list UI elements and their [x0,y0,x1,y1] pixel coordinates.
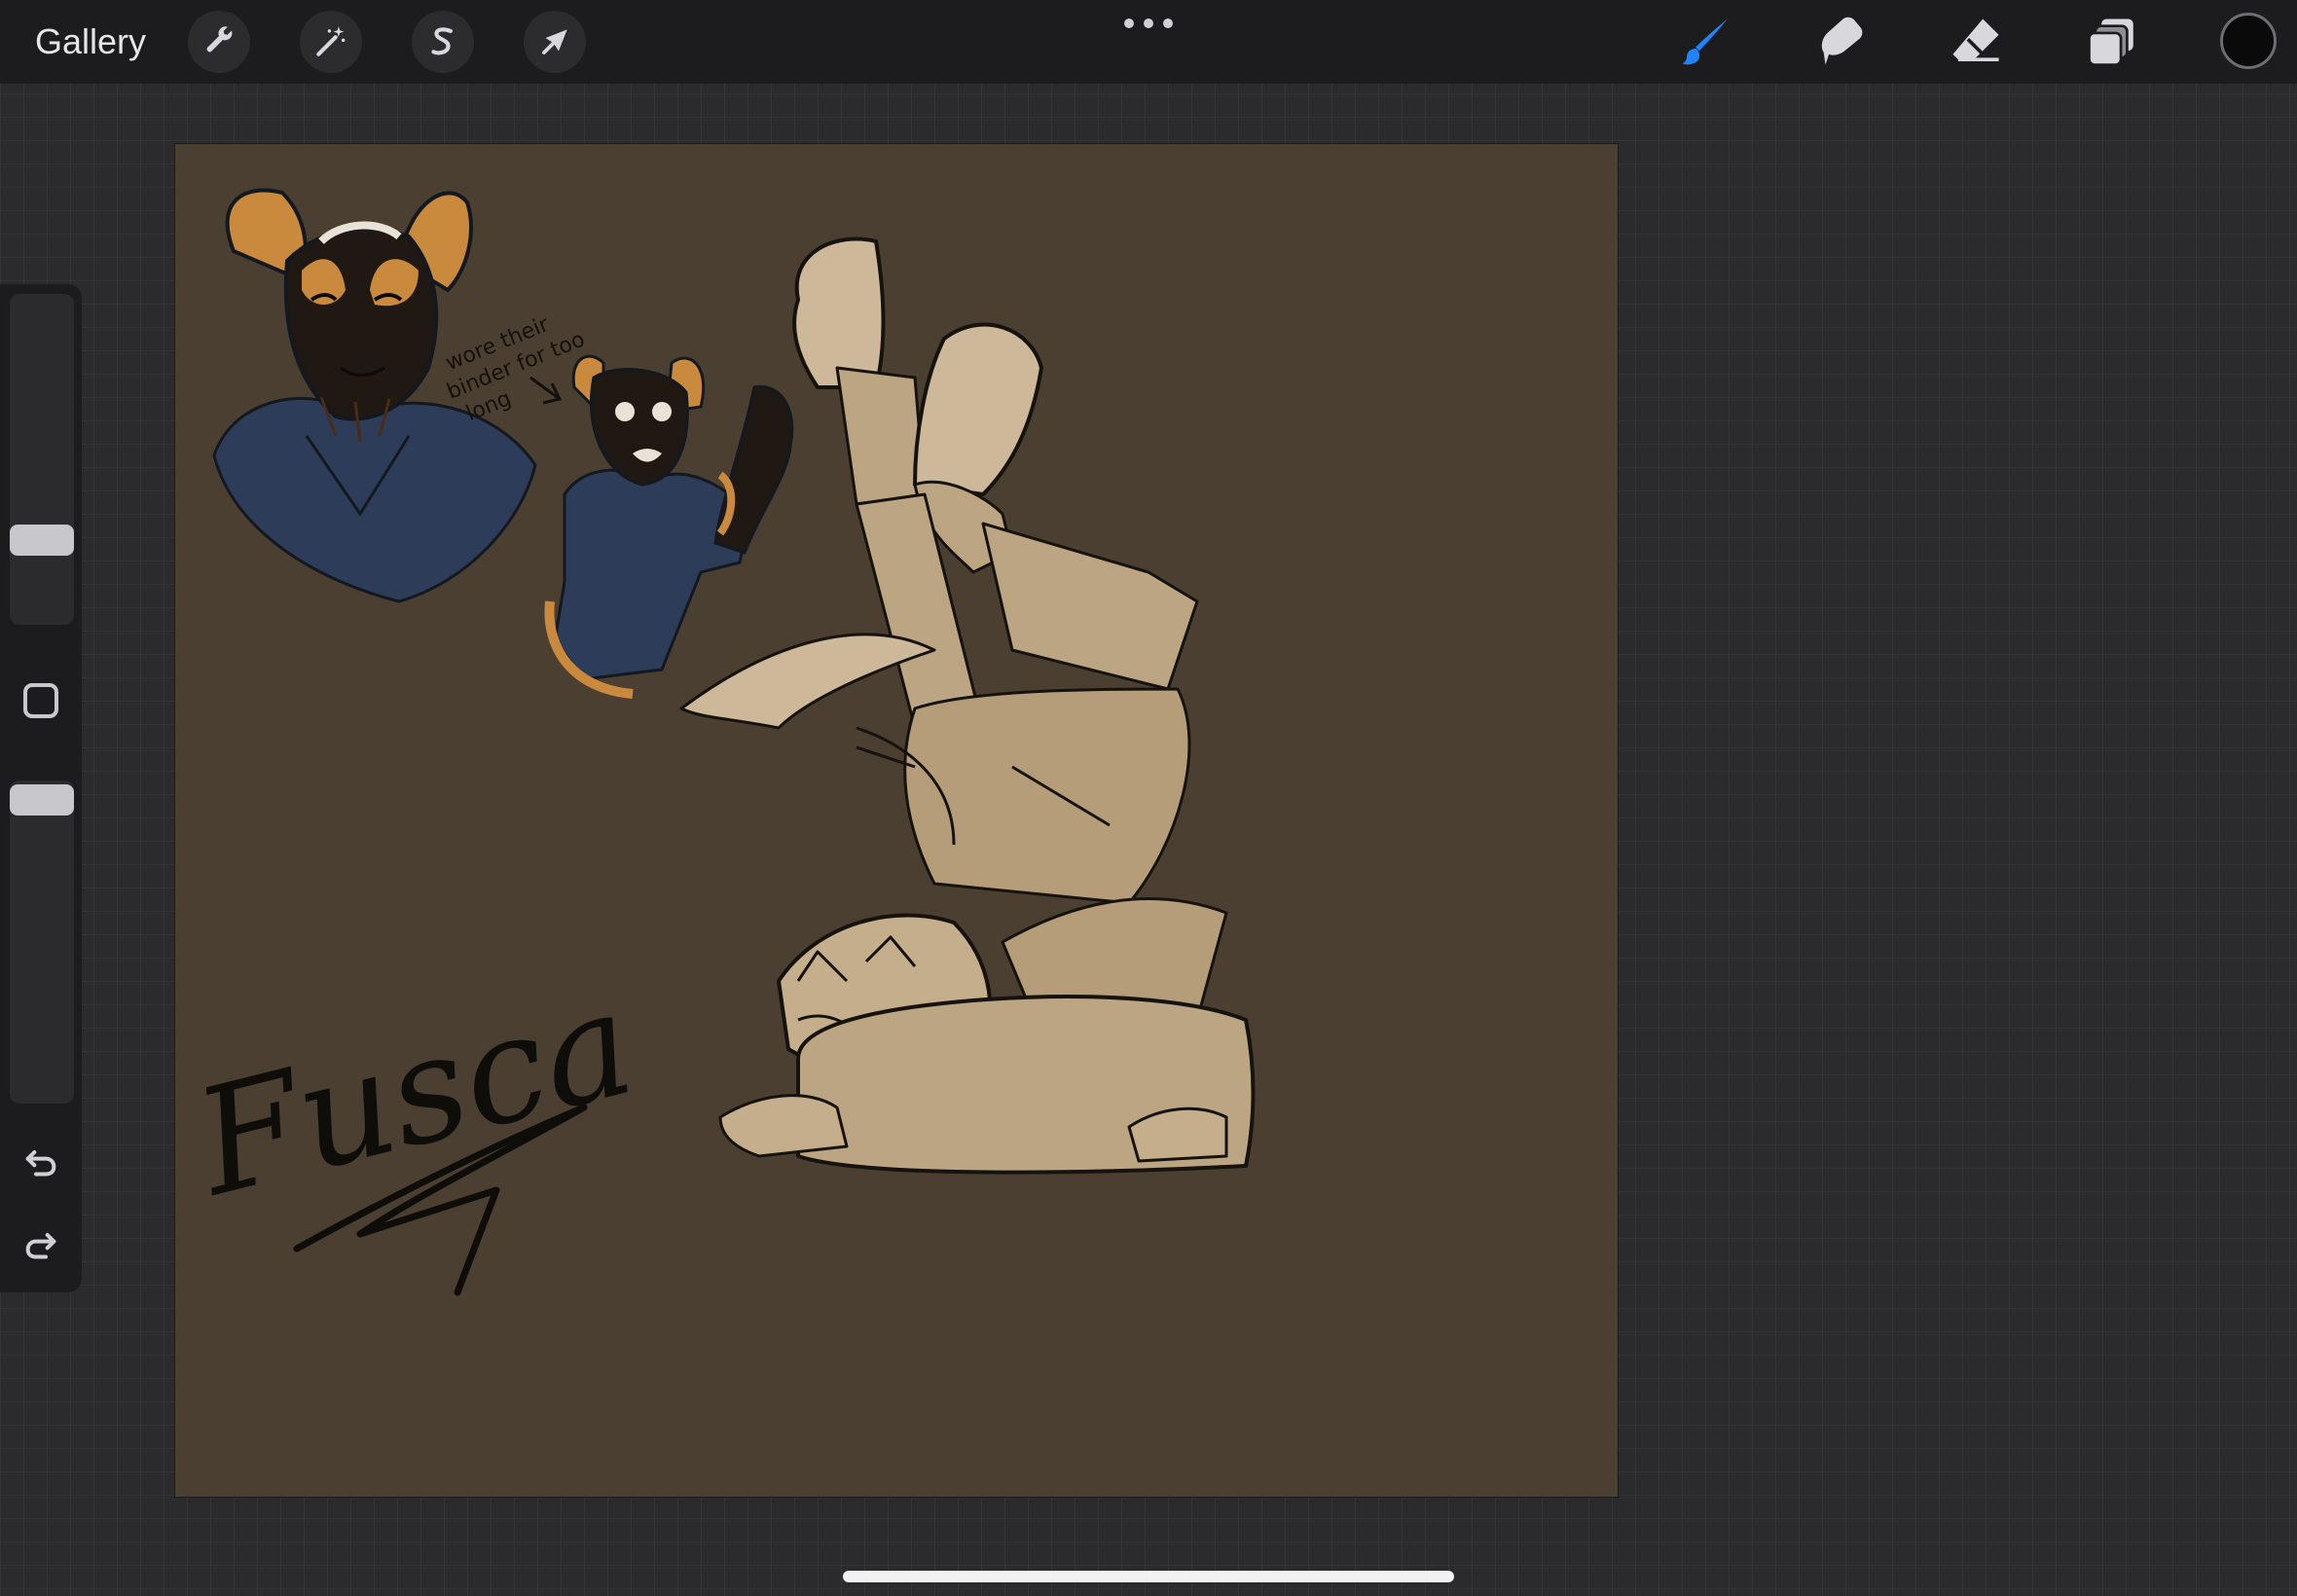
eraser-icon [1952,18,1999,61]
ellipsis-icon[interactable] [1124,14,1173,33]
undo-button[interactable] [18,1139,64,1185]
square-icon[interactable] [23,683,58,718]
brush-opacity-slider[interactable] [10,780,74,1104]
undo-icon [25,1150,56,1177]
color-swatch-button[interactable] [2220,13,2277,69]
artwork: wore their binder for too long Fusca [179,188,1256,1296]
brush-opacity-slider-thumb[interactable] [10,784,74,816]
actions-button[interactable] [188,11,250,73]
character-bust-sketch [544,354,794,699]
gallery-button[interactable]: Gallery [35,19,146,64]
home-indicator[interactable] [843,1571,1454,1582]
brush-tool-button[interactable] [1674,10,1738,74]
top-toolbar: Gallery [0,0,2297,84]
transform-button[interactable] [524,11,586,73]
magic-wand-icon [316,26,346,56]
adjustments-button[interactable] [300,11,362,73]
layers-button[interactable] [2080,10,2144,74]
selection-button[interactable] [412,11,474,73]
redo-icon [25,1233,56,1259]
side-toolbar [0,284,82,1292]
selection-s-icon [431,27,453,55]
smudge-icon [1821,17,1863,65]
layers-icon [2088,18,2133,66]
eraser-tool-button[interactable] [1944,10,2008,74]
brush-size-slider[interactable] [10,294,74,625]
brush-icon [1682,18,1728,65]
signature: Fusca [179,959,648,1296]
main-figure-sketch [679,236,1256,1175]
redo-button[interactable] [18,1221,64,1268]
drawing-canvas[interactable]: wore their binder for too long Fusca [175,144,1618,1497]
smudge-tool-button[interactable] [1807,10,1872,74]
arrow-cursor-icon [542,29,567,54]
wrench-icon [206,26,233,53]
brush-size-slider-thumb[interactable] [10,525,74,556]
